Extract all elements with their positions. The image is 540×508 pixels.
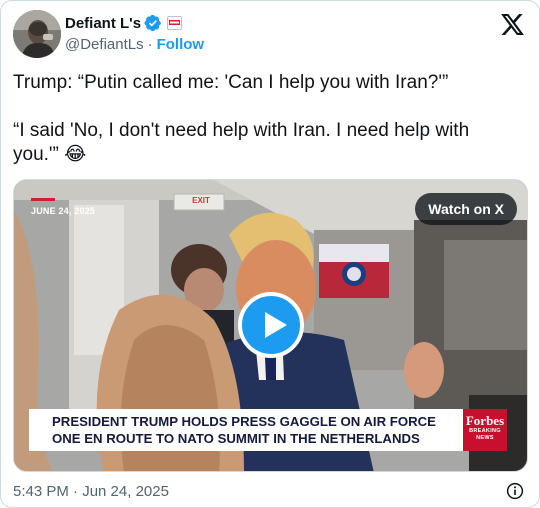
play-icon	[265, 312, 287, 338]
exit-sign: EXIT	[192, 196, 210, 205]
x-logo-icon[interactable]	[501, 14, 524, 35]
chyron-line: ONE EN ROUTE TO NATO SUMMIT IN THE NETHE…	[52, 431, 420, 446]
avatar[interactable]	[13, 10, 61, 58]
tweet-card: Defiant L's @DefiantLs · Follow Trump: “…	[0, 0, 540, 508]
info-icon[interactable]	[506, 482, 524, 500]
tweet-paragraph: Trump: “Putin called me: 'Can I help you…	[13, 72, 449, 93]
tweet-header: Defiant L's @DefiantLs · Follow	[13, 10, 527, 58]
forbes-breaking-news-logo: Forbes BREAKING NEWS	[463, 409, 507, 451]
network-sub: NEWS	[476, 434, 494, 441]
tweet-footer: 5:43 PM · Jun 24, 2025	[13, 482, 528, 502]
name-row: Defiant L's	[65, 13, 204, 33]
handle-separator: ·	[147, 36, 153, 53]
chyron-line: PRESIDENT TRUMP HOLDS PRESS GAGGLE ON AI…	[52, 414, 436, 429]
play-button[interactable]	[238, 292, 304, 358]
network-name: Forbes	[465, 413, 505, 428]
handle-row: @DefiantLs · Follow	[65, 36, 204, 53]
news-chyron: PRESIDENT TRUMP HOLDS PRESS GAGGLE ON AI…	[29, 409, 463, 451]
tweet-timestamp[interactable]: 5:43 PM · Jun 24, 2025	[13, 483, 169, 500]
follow-button[interactable]: Follow	[157, 36, 205, 53]
display-name[interactable]: Defiant L's	[65, 15, 141, 32]
author-handle[interactable]: @DefiantLs	[65, 36, 144, 53]
author-identity: Defiant L's @DefiantLs · Follow	[65, 13, 204, 54]
date-stamp: JUNE 24, 2025	[31, 206, 96, 216]
tweet-paragraph: “I said 'No, I don't need help with Iran…	[13, 120, 470, 165]
verified-badge-icon[interactable]	[144, 14, 162, 32]
tweet-text: Trump: “Putin called me: 'Can I help you…	[13, 71, 513, 167]
rtm-badge-icon[interactable]	[167, 16, 183, 30]
watch-on-x-button[interactable]: Watch on X	[415, 193, 517, 225]
network-sub: BREAKING	[469, 428, 501, 434]
date-stamp-bar	[31, 198, 55, 201]
video-player[interactable]: JUNE 24, 2025 EXIT Watch on X PRESIDENT …	[13, 179, 528, 472]
